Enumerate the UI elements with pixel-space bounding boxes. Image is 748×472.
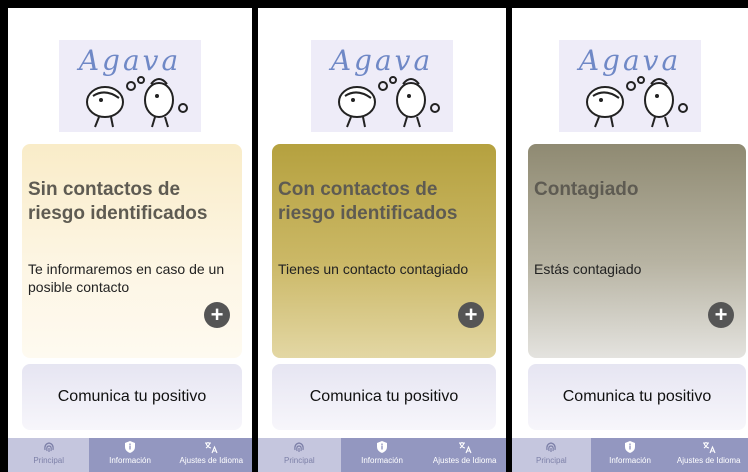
- status-title: Contagiado: [534, 179, 639, 200]
- nav-item-language[interactable]: Ajustes de Idioma: [423, 438, 506, 472]
- screen-infected: Agava Contagiado Estás contagiado + Comu…: [512, 8, 748, 472]
- nav-label-home: Principal: [33, 456, 64, 465]
- fingerprint-icon: [294, 442, 305, 452]
- nav-label-info: Información: [361, 456, 403, 465]
- nav-item-info[interactable]: Información: [341, 438, 424, 472]
- bottom-nav: Principal Información Ajustes de Idioma: [8, 438, 252, 472]
- agava-logo: Agava: [559, 40, 701, 132]
- logo-text: Agava: [76, 44, 181, 77]
- plus-icon[interactable]: +: [458, 302, 484, 328]
- nav-label-info: Información: [109, 456, 151, 465]
- shield-icon: [625, 441, 635, 453]
- agava-logo: Agava: [59, 40, 201, 132]
- nav-item-language[interactable]: Ajustes de Idioma: [669, 438, 748, 472]
- status-card: Sin contactos de riesgo identificados Te…: [22, 144, 242, 358]
- report-positive-button[interactable]: Comunica tu positivo: [272, 364, 496, 430]
- translate-icon: [458, 442, 472, 454]
- plus-icon[interactable]: +: [708, 302, 734, 328]
- logo-text: Agava: [576, 44, 681, 77]
- status-text: Tienes un contacto contagiado: [278, 261, 469, 277]
- screen-risk-contact: Agava Con contactos de riesgo identifica…: [258, 8, 506, 472]
- nav-label-home: Principal: [535, 456, 567, 465]
- plus-icon[interactable]: +: [204, 302, 230, 328]
- nav-item-home[interactable]: Principal: [258, 438, 341, 472]
- status-title: Sin contactos de riesgo identificados: [28, 179, 208, 224]
- bottom-nav: Principal Información Ajustes de Idioma: [512, 438, 748, 472]
- agava-logo: Agava: [311, 40, 453, 132]
- translate-icon: [702, 442, 716, 454]
- fingerprint-icon: [546, 442, 557, 452]
- status-card: Con contactos de riesgo identificados Ti…: [272, 144, 496, 358]
- nav-label-language: Ajustes de Idioma: [676, 456, 741, 465]
- report-positive-button[interactable]: Comunica tu positivo: [22, 364, 242, 430]
- nav-item-info[interactable]: Información: [591, 438, 670, 472]
- nav-item-home[interactable]: Principal: [512, 438, 591, 472]
- nav-item-home[interactable]: Principal: [8, 438, 90, 472]
- translate-icon: [205, 442, 218, 454]
- report-positive-button[interactable]: Comunica tu positivo: [528, 364, 746, 430]
- bottom-nav: Principal Información Ajustes de Idioma: [258, 438, 506, 472]
- status-text: Estás contagiado: [534, 261, 642, 277]
- nav-label-info: Información: [609, 456, 651, 465]
- nav-label-home: Principal: [283, 456, 315, 465]
- logo-text: Agava: [328, 44, 433, 77]
- status-card: Contagiado Estás contagiado +: [528, 144, 746, 358]
- shield-icon: [377, 441, 387, 453]
- fingerprint-icon: [43, 442, 54, 452]
- nav-item-language[interactable]: Ajustes de Idioma: [171, 438, 252, 472]
- nav-label-language: Ajustes de Idioma: [432, 456, 497, 465]
- screen-no-risk: Agava Sin contactos de riesgo identifica…: [8, 8, 252, 472]
- shield-icon: [124, 441, 135, 453]
- status-text: Te informaremos en caso de un posible co…: [28, 261, 225, 295]
- nav-label-language: Ajustes de Idioma: [179, 456, 244, 465]
- nav-item-info[interactable]: Información: [89, 438, 170, 472]
- status-title: Con contactos de riesgo identificados: [278, 179, 458, 224]
